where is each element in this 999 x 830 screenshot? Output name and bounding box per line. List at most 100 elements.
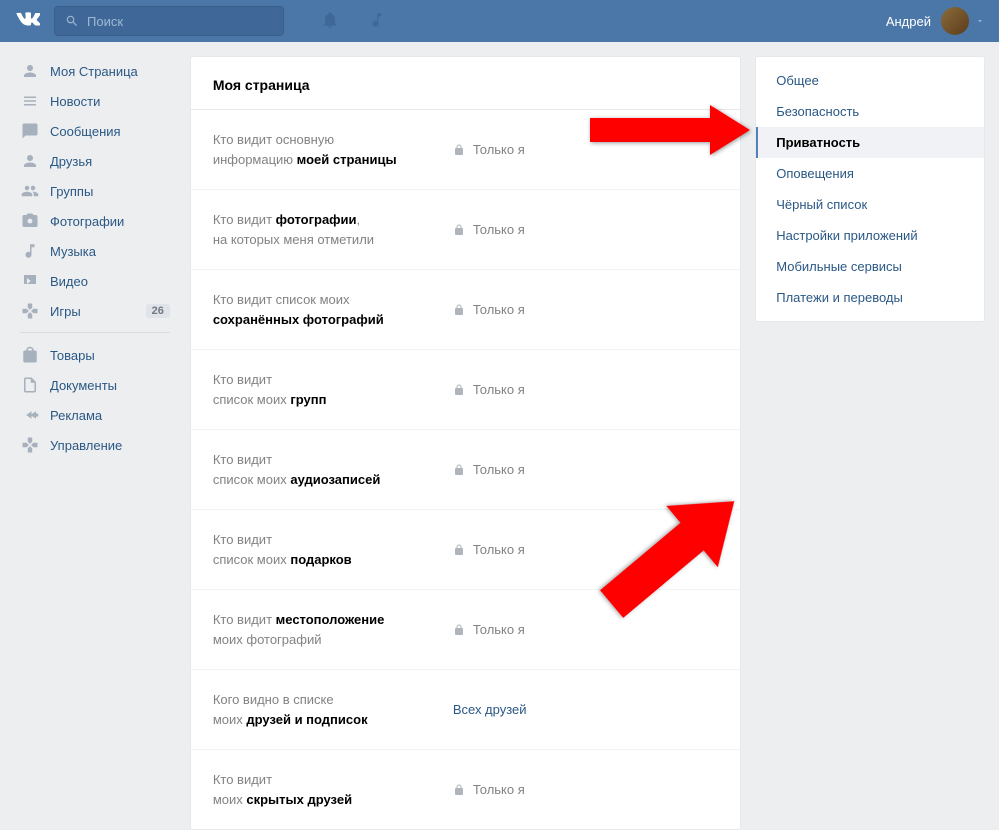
- privacy-row: Кто видитсписок моих группТолько я: [191, 350, 740, 430]
- sidebar-item[interactable]: Группы: [14, 176, 176, 206]
- nav-icon: [20, 375, 40, 395]
- sidebar-separator: [20, 332, 170, 340]
- nav-icon: [20, 121, 40, 141]
- sidebar-item[interactable]: Новости: [14, 86, 176, 116]
- settings-tabs: ОбщееБезопасностьПриватностьОповещенияЧё…: [755, 56, 985, 322]
- sidebar-item[interactable]: Друзья: [14, 146, 176, 176]
- sidebar-item[interactable]: Управление: [14, 430, 176, 460]
- settings-tab[interactable]: Платежи и переводы: [756, 282, 984, 313]
- setting-label: Кто видитсписок моих аудиозаписей: [213, 450, 453, 489]
- nav-icon: [20, 271, 40, 291]
- privacy-row: Кто видит основнуюинформацию моей страни…: [191, 110, 740, 190]
- nav-icon: [20, 61, 40, 81]
- setting-label: Кто видит основнуюинформацию моей страни…: [213, 130, 453, 169]
- settings-tab[interactable]: Настройки приложений: [756, 220, 984, 251]
- setting-label: Кто видитсписок моих групп: [213, 370, 453, 409]
- lock-icon: [453, 624, 465, 636]
- search-box[interactable]: [54, 6, 284, 36]
- sidebar-item-label: Фотографии: [50, 214, 124, 229]
- setting-label: Кто видит фотографии,на которых меня отм…: [213, 210, 453, 249]
- lock-icon: [453, 784, 465, 796]
- setting-value[interactable]: Только я: [453, 290, 525, 329]
- music-icon[interactable]: [368, 11, 386, 32]
- setting-label: Кого видно в спискемоих друзей и подписо…: [213, 690, 453, 729]
- user-menu[interactable]: Андрей: [886, 7, 985, 35]
- privacy-row: Кто видитсписок моих аудиозаписейТолько …: [191, 430, 740, 510]
- sidebar-item-label: Реклама: [50, 408, 102, 423]
- nav-icon: [20, 405, 40, 425]
- avatar: [941, 7, 969, 35]
- search-input[interactable]: [87, 14, 273, 29]
- sidebar-item-label: Новости: [50, 94, 100, 109]
- sidebar-item-label: Видео: [50, 274, 88, 289]
- setting-label: Кто видитмоих скрытых друзей: [213, 770, 453, 809]
- sidebar-item[interactable]: Товары: [14, 340, 176, 370]
- sidebar-item[interactable]: Фотографии: [14, 206, 176, 236]
- sidebar-item-label: Игры: [50, 304, 81, 319]
- setting-value[interactable]: Только я: [453, 130, 525, 169]
- sidebar-item-label: Друзья: [50, 154, 92, 169]
- setting-value[interactable]: Только я: [453, 210, 525, 249]
- vk-logo[interactable]: [14, 7, 42, 35]
- nav-icon: [20, 91, 40, 111]
- settings-tab[interactable]: Оповещения: [756, 158, 984, 189]
- nav-icon: [20, 241, 40, 261]
- nav-icon: [20, 211, 40, 231]
- page-title: Моя страница: [191, 57, 740, 110]
- setting-value[interactable]: Только я: [453, 370, 525, 409]
- settings-tab[interactable]: Чёрный список: [756, 189, 984, 220]
- privacy-row: Кого видно в спискемоих друзей и подписо…: [191, 670, 740, 750]
- setting-value[interactable]: Всех друзей: [453, 690, 527, 729]
- notifications-icon[interactable]: [320, 10, 340, 33]
- privacy-row: Кто видит фотографии,на которых меня отм…: [191, 190, 740, 270]
- lock-icon: [453, 544, 465, 556]
- lock-icon: [453, 144, 465, 156]
- username: Андрей: [886, 14, 931, 29]
- settings-tab[interactable]: Общее: [756, 65, 984, 96]
- sidebar-item[interactable]: Музыка: [14, 236, 176, 266]
- privacy-row: Кто видитсписок моих подарковТолько я: [191, 510, 740, 590]
- setting-value[interactable]: Только я: [453, 450, 525, 489]
- main-panel: Моя страница Кто видит основнуюинформаци…: [190, 56, 741, 830]
- nav-icon: [20, 151, 40, 171]
- lock-icon: [453, 304, 465, 316]
- nav-icon: [20, 181, 40, 201]
- sidebar-item[interactable]: Документы: [14, 370, 176, 400]
- nav-icon: [20, 301, 40, 321]
- privacy-row: Кто видит список моихсохранённых фотогра…: [191, 270, 740, 350]
- lock-icon: [453, 224, 465, 236]
- search-icon: [65, 14, 79, 28]
- lock-icon: [453, 384, 465, 396]
- setting-value[interactable]: Только я: [453, 530, 525, 569]
- sidebar-item-label: Документы: [50, 378, 117, 393]
- header-icons: [320, 10, 386, 33]
- setting-label: Кто видит список моихсохранённых фотогра…: [213, 290, 453, 329]
- settings-tab[interactable]: Безопасность: [756, 96, 984, 127]
- privacy-row: Кто видит местоположениемоих фотографийТ…: [191, 590, 740, 670]
- sidebar-item-label: Управление: [50, 438, 122, 453]
- sidebar-item-label: Сообщения: [50, 124, 121, 139]
- sidebar-item[interactable]: Реклама: [14, 400, 176, 430]
- sidebar-item-label: Моя Страница: [50, 64, 138, 79]
- settings-tab[interactable]: Приватность: [756, 127, 984, 158]
- setting-value[interactable]: Только я: [453, 610, 525, 649]
- sidebar-item-label: Товары: [50, 348, 95, 363]
- setting-label: Кто видитсписок моих подарков: [213, 530, 453, 569]
- sidebar-item[interactable]: Моя Страница: [14, 56, 176, 86]
- top-header: Андрей: [0, 0, 999, 42]
- setting-value[interactable]: Только я: [453, 770, 525, 809]
- sidebar-item[interactable]: Игры 26: [14, 296, 176, 326]
- privacy-row: Кто видитмоих скрытых друзейТолько я: [191, 750, 740, 829]
- lock-icon: [453, 464, 465, 476]
- setting-label: Кто видит местоположениемоих фотографий: [213, 610, 453, 649]
- left-sidebar: Моя Страница Новости Сообщения Друзья Группы…: [14, 56, 176, 460]
- sidebar-item[interactable]: Видео: [14, 266, 176, 296]
- nav-icon: [20, 345, 40, 365]
- sidebar-item-label: Группы: [50, 184, 93, 199]
- sidebar-item[interactable]: Сообщения: [14, 116, 176, 146]
- sidebar-item-label: Музыка: [50, 244, 96, 259]
- chevron-down-icon: [975, 14, 985, 29]
- settings-tab[interactable]: Мобильные сервисы: [756, 251, 984, 282]
- badge: 26: [146, 304, 170, 318]
- nav-icon: [20, 435, 40, 455]
